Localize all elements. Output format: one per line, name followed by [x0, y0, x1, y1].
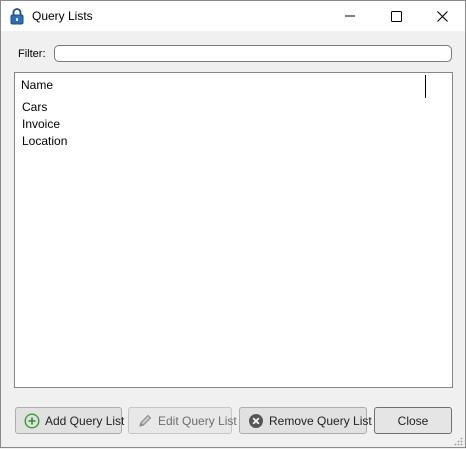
- lock-icon: [10, 7, 24, 25]
- close-icon: [436, 10, 448, 22]
- close-window-button[interactable]: [419, 1, 465, 31]
- edit-query-list-button[interactable]: Edit Query List: [128, 407, 237, 434]
- minimize-icon: [345, 15, 355, 17]
- remove-query-list-label: Remove Query List: [269, 414, 372, 428]
- query-list-view[interactable]: Name Cars Invoice Location: [14, 72, 453, 388]
- list-item[interactable]: Location: [22, 134, 67, 148]
- query-lists-window: Query Lists Filter: Name Cars Invoice Lo…: [0, 0, 466, 448]
- remove-query-list-button[interactable]: Remove Query List: [239, 407, 372, 434]
- add-icon: [24, 413, 40, 429]
- add-query-list-label: Add Query List: [45, 414, 125, 428]
- maximize-button[interactable]: [373, 1, 419, 31]
- pencil-icon: [137, 413, 153, 429]
- column-header-name[interactable]: Name: [21, 78, 53, 92]
- filter-input[interactable]: [54, 45, 452, 62]
- close-button-label: Close: [397, 413, 429, 428]
- remove-icon: [248, 413, 264, 429]
- add-query-list-button[interactable]: Add Query List: [15, 407, 125, 434]
- list-item[interactable]: Cars: [22, 100, 47, 114]
- title-bar[interactable]: Query Lists: [1, 1, 465, 31]
- column-divider[interactable]: [425, 75, 426, 98]
- filter-label: Filter:: [18, 48, 46, 60]
- maximize-icon: [390, 10, 402, 22]
- list-item[interactable]: Invoice: [22, 117, 60, 131]
- edit-query-list-label: Edit Query List: [158, 414, 237, 428]
- minimize-button[interactable]: [327, 1, 373, 31]
- resize-grip-icon[interactable]: [453, 435, 463, 446]
- window-title: Query Lists: [32, 9, 93, 23]
- close-button[interactable]: Close: [374, 407, 452, 434]
